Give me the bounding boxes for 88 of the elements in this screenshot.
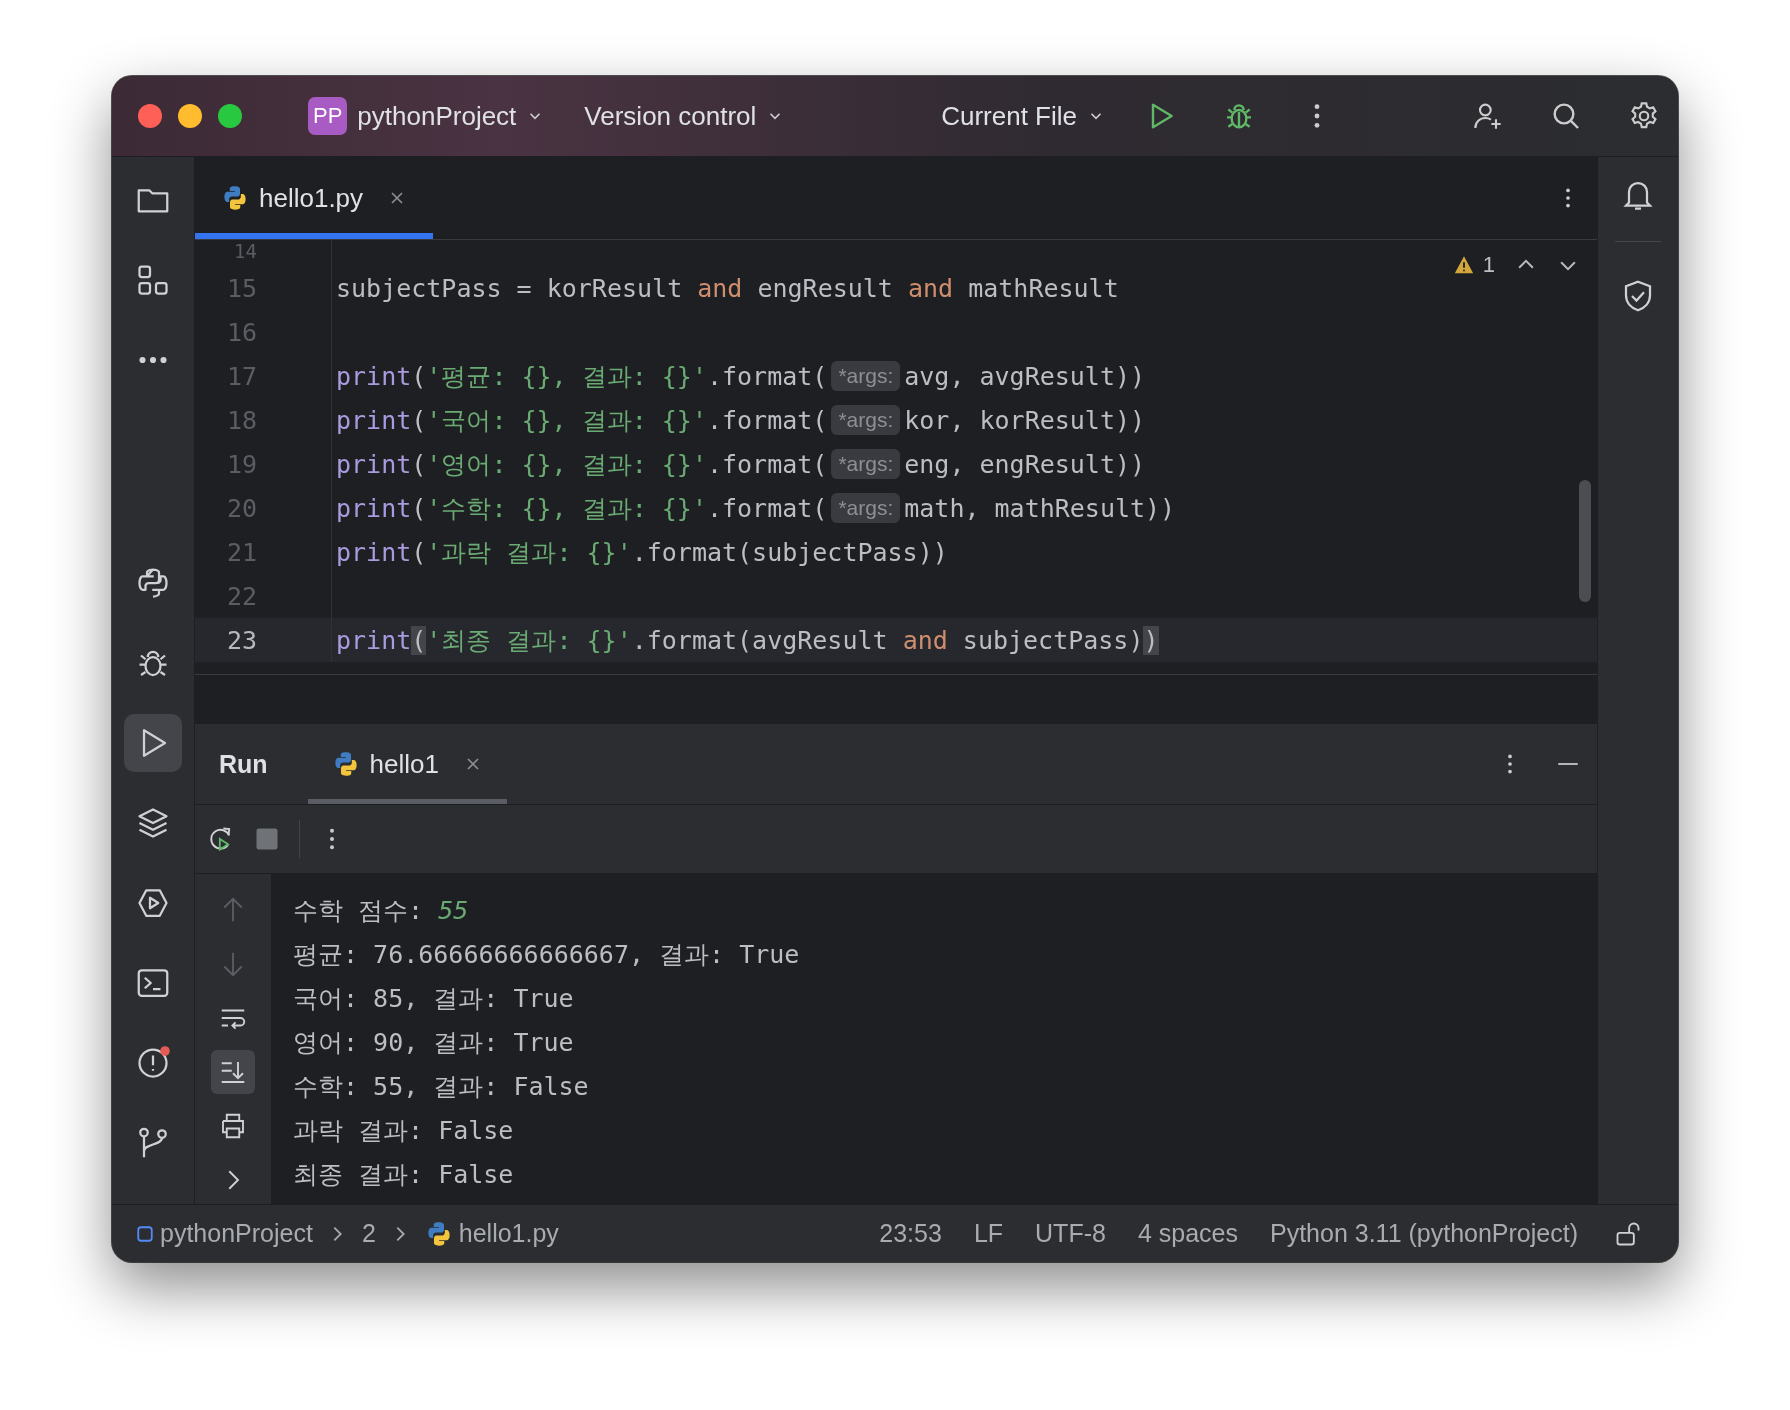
code-text: ( [411,449,427,479]
chevron-right-icon [332,1225,342,1242]
project-name: pythonProject [357,100,517,132]
code-text: math, mathResult)) [904,493,1176,523]
zoom-window-button[interactable] [218,104,242,128]
code-text: .format( [706,405,828,435]
code-text: mathResult [967,273,1119,303]
version-control-menu[interactable]: Version control [572,94,797,138]
parameter-hint: *args: [831,361,901,391]
line-number: 14 [233,240,257,262]
console-output: 과락 결과: False [293,1114,514,1147]
console-output: 평균: 76.66666666666667, 결과: True [293,938,800,971]
console-output: 최종 결과: False [293,1158,514,1191]
project-switcher[interactable]: PP pythonProject [296,91,557,141]
code-text: ( [411,405,427,435]
run-tab[interactable]: hello1 [307,724,507,804]
matched-bracket: ( [411,625,427,655]
scrollbar-thumb[interactable] [1579,480,1591,602]
status-item[interactable]: 4 spaces [1137,1219,1238,1248]
keyword: and [697,273,743,303]
parameter-hint: *args: [831,493,901,523]
status-item[interactable]: 23:53 [879,1219,942,1248]
code-text: eng, engResult)) [904,449,1146,479]
typed-number: 55 [438,895,469,925]
function-name: print [336,449,412,479]
line-number: 15 [225,273,257,303]
code-text: subjectPass = korResult [336,273,684,303]
breadcrumb[interactable]: hello1.py [424,1219,559,1248]
chevron-right-icon [395,1225,405,1242]
line-number: 16 [225,317,257,347]
function-name: print [336,537,412,567]
project-badge: PP [308,97,348,135]
code-text: .format(subjectPass)) [631,537,948,567]
line-number: 23 [225,625,257,655]
python-file-icon [221,184,249,212]
code-text: .format( [706,361,828,391]
function-name: print [336,625,412,655]
parameter-hint: *args: [831,449,901,479]
breadcrumb[interactable]: pythonProject [136,1219,313,1248]
module-icon [136,1224,154,1243]
warning-count: 1 [1482,252,1495,278]
code-text: .format( [706,493,828,523]
console-output: 영어: 90, 결과: True [293,1026,574,1059]
code-text: avg, avgResult)) [904,361,1146,391]
code-text: engResult [756,273,894,303]
parameter-hint: *args: [831,405,901,435]
file-tab[interactable]: hello1.py [195,157,434,239]
console-output: 국어: 85, 결과: True [293,982,574,1015]
line-number: 17 [225,361,257,391]
keyword: and [907,273,954,303]
line-number: 20 [225,493,257,523]
string-literal: '최종 결과: {}' [426,624,632,657]
version-control-label: Version control [584,100,757,132]
function-name: print [336,361,412,391]
run-configuration-label: Current File [941,100,1077,132]
matched-bracket: ) [1143,625,1159,655]
code-text: ( [411,493,427,523]
function-name: print [336,493,412,523]
status-item[interactable]: Python 3.11 (pythonProject) [1269,1219,1578,1248]
scroll-to-end-icon[interactable] [211,1050,255,1094]
console-output: 수학: 55, 결과: False [293,1070,589,1103]
code-text: ( [411,537,427,567]
minimize-window-button[interactable] [178,104,202,128]
string-literal: '영어: {}, 결과: {}' [426,448,707,481]
run-panel-title: Run [219,749,268,779]
status-item[interactable]: LF [973,1219,1004,1248]
console-output: 수학 점수: [293,894,425,927]
line-number: 18 [225,405,257,435]
function-name: print [336,405,412,435]
code-text: .format(avgResult [631,625,889,655]
string-literal: '수학: {}, 결과: {}' [426,492,707,525]
keyword: and [902,625,948,655]
code-text: .format( [706,449,828,479]
run-icon[interactable] [124,714,182,772]
code-text: ( [411,361,427,391]
code-text: kor, korResult)) [904,405,1146,435]
warning-icon[interactable] [1452,254,1475,276]
string-literal: '과락 결과: {}' [426,536,632,569]
code-text: subjectPass) [961,625,1144,655]
string-literal: '국어: {}, 결과: {}' [426,404,707,437]
line-number: 19 [225,449,257,479]
string-literal: '평균: {}, 결과: {}' [426,360,707,393]
line-number: 22 [225,581,257,611]
close-window-button[interactable] [138,104,162,128]
run-configuration-menu[interactable]: Current File [929,94,1117,138]
line-number: 21 [225,537,257,567]
status-item[interactable]: UTF-8 [1035,1219,1106,1248]
breadcrumb[interactable]: 2 [361,1219,376,1248]
